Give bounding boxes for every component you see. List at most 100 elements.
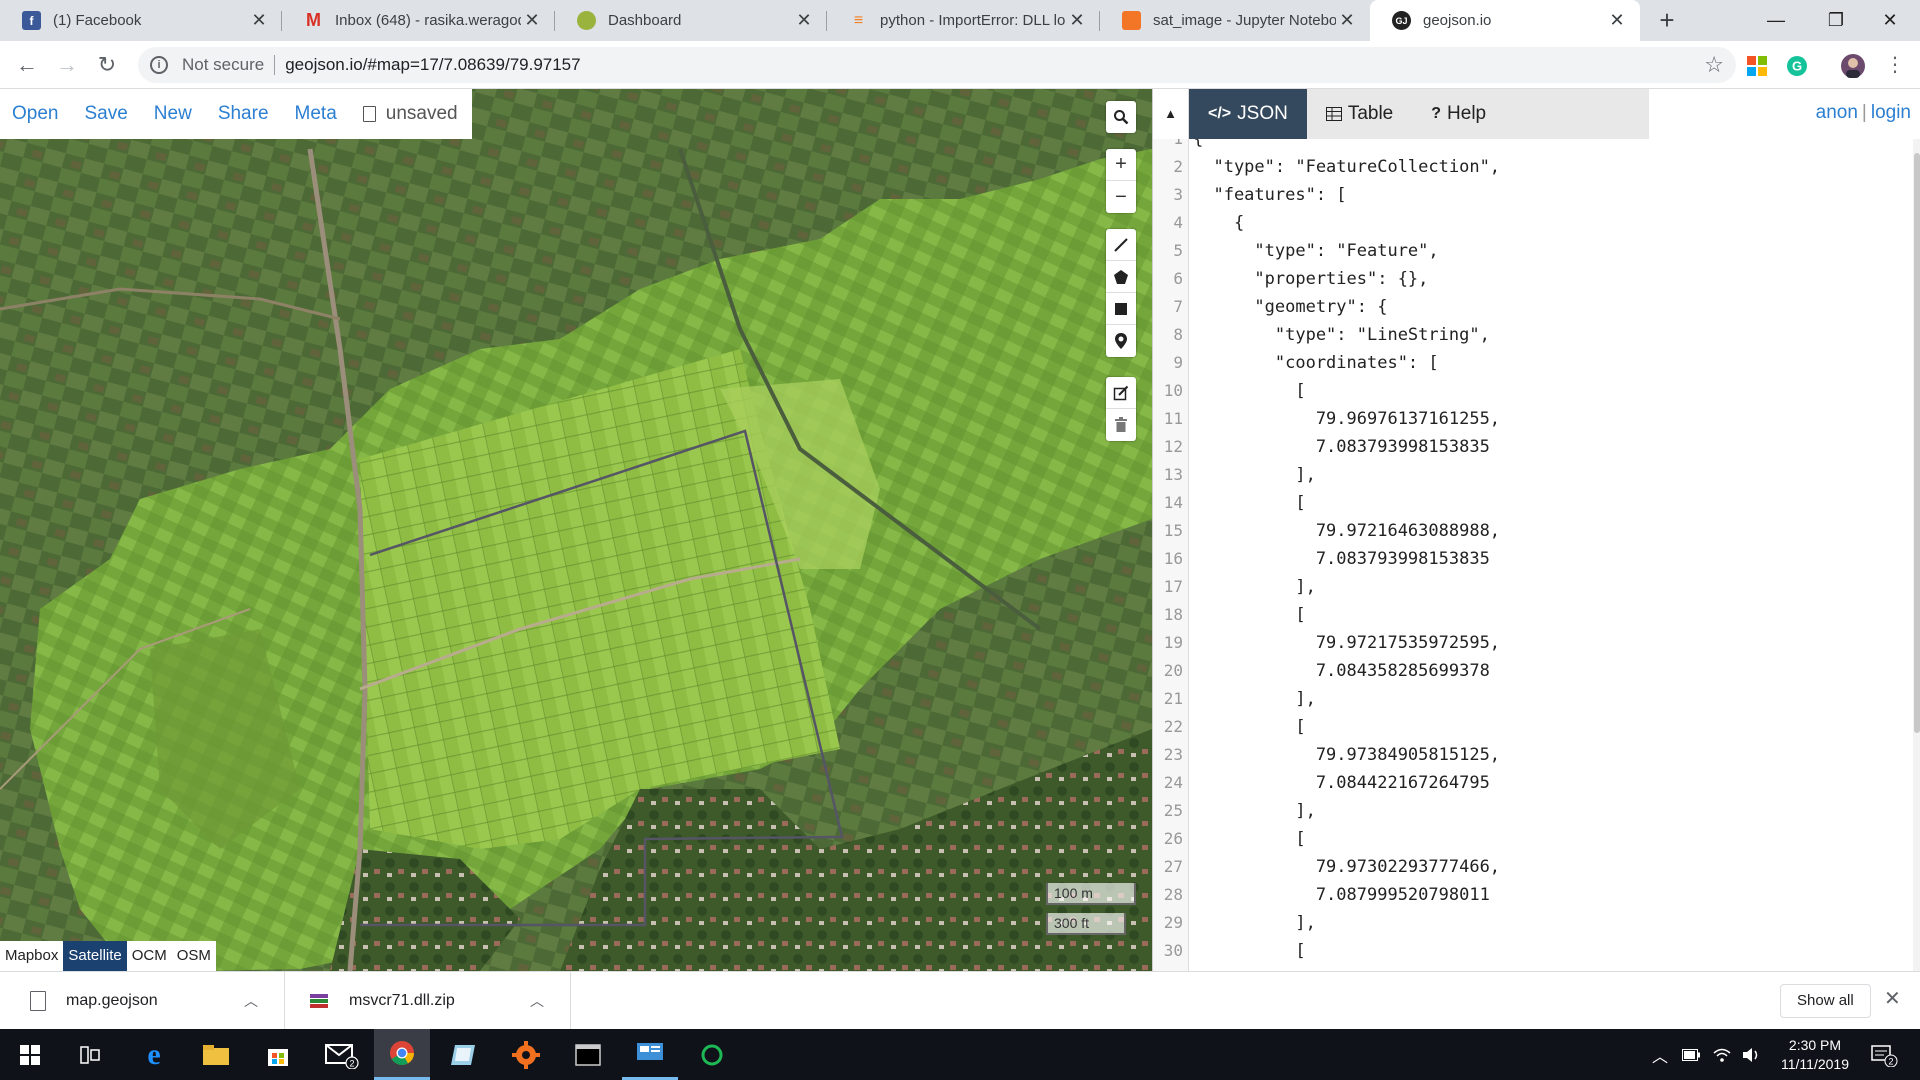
map-view[interactable]: Open Save New Share Meta unsaved + − 100… bbox=[0, 89, 1152, 971]
window-close-button[interactable]: ✕ bbox=[1860, 0, 1920, 41]
battery-icon[interactable] bbox=[1682, 1048, 1701, 1061]
code-line[interactable]: 26 [ bbox=[1153, 825, 1893, 853]
code-line[interactable]: 19 79.97217535972595, bbox=[1153, 629, 1893, 657]
task-view-icon[interactable] bbox=[62, 1029, 118, 1080]
remote-desktop-icon[interactable] bbox=[622, 1029, 678, 1080]
notepad-icon[interactable] bbox=[436, 1029, 492, 1080]
grammarly-extension-icon[interactable]: G bbox=[1786, 55, 1808, 77]
close-icon[interactable]: ✕ bbox=[1606, 10, 1628, 31]
reload-button[interactable]: ↻ bbox=[92, 50, 122, 80]
url-text[interactable]: geojson.io/#map=17/7.08639/79.97157 bbox=[285, 55, 580, 75]
code-line[interactable]: 9 "coordinates": [ bbox=[1153, 349, 1893, 377]
collapse-panel-button[interactable]: ▲ bbox=[1153, 89, 1189, 139]
layer-satellite[interactable]: Satellite bbox=[63, 941, 127, 971]
chevron-up-icon[interactable]: ︿ bbox=[1652, 1043, 1668, 1067]
browser-tab-gmail[interactable]: M Inbox (648) - rasika.weragoda ✕ bbox=[282, 0, 555, 41]
action-center[interactable]: 2 bbox=[1870, 1029, 1898, 1080]
office-extension-icon[interactable] bbox=[1746, 55, 1768, 77]
code-line[interactable]: 13 ], bbox=[1153, 461, 1893, 489]
show-all-button[interactable]: Show all bbox=[1780, 984, 1871, 1018]
address-bar[interactable]: i Not secure geojson.io/#map=17/7.08639/… bbox=[138, 47, 1736, 83]
store-icon[interactable] bbox=[250, 1029, 306, 1080]
code-line[interactable]: 8 "type": "LineString", bbox=[1153, 321, 1893, 349]
code-line[interactable]: 7 "geometry": { bbox=[1153, 293, 1893, 321]
profile-avatar[interactable] bbox=[1840, 53, 1866, 79]
close-icon[interactable]: ✕ bbox=[1066, 10, 1088, 31]
draw-polygon-icon[interactable] bbox=[1106, 261, 1136, 293]
layer-osm[interactable]: OSM bbox=[172, 941, 216, 971]
code-line[interactable]: 4 { bbox=[1153, 209, 1893, 237]
code-line[interactable]: 18 [ bbox=[1153, 601, 1893, 629]
close-icon[interactable]: ✕ bbox=[1884, 986, 1901, 1011]
code-line[interactable]: 11 79.96976137161255, bbox=[1153, 405, 1893, 433]
code-line[interactable]: 14 [ bbox=[1153, 489, 1893, 517]
tab-json[interactable]: </> JSON bbox=[1189, 89, 1307, 139]
chrome-menu-icon[interactable]: ⋮ bbox=[1880, 50, 1910, 80]
code-line[interactable]: 17 ], bbox=[1153, 573, 1893, 601]
scrollbar-thumb[interactable] bbox=[1914, 153, 1920, 733]
chevron-up-icon[interactable]: ︿ bbox=[244, 991, 258, 1011]
code-line[interactable]: 3 "features": [ bbox=[1153, 181, 1893, 209]
browser-tab-dashboard[interactable]: Dashboard ✕ bbox=[555, 0, 827, 41]
trash-icon[interactable] bbox=[1106, 409, 1136, 441]
code-line[interactable]: 27 79.97302293777466, bbox=[1153, 853, 1893, 881]
edge-browser-icon[interactable]: e bbox=[126, 1029, 182, 1080]
new-tab-button[interactable]: + bbox=[1652, 6, 1682, 36]
code-line[interactable]: 28 7.087999520798011 bbox=[1153, 881, 1893, 909]
user-link[interactable]: anon bbox=[1816, 102, 1858, 123]
code-line[interactable]: 22 [ bbox=[1153, 713, 1893, 741]
code-line[interactable]: 5 "type": "Feature", bbox=[1153, 237, 1893, 265]
layer-mapbox[interactable]: Mapbox bbox=[0, 941, 63, 971]
code-line[interactable]: 16 7.083793998153835 bbox=[1153, 545, 1893, 573]
close-icon[interactable]: ✕ bbox=[793, 10, 815, 31]
info-icon[interactable]: i bbox=[150, 56, 168, 74]
code-line[interactable]: 25 ], bbox=[1153, 797, 1893, 825]
edit-layers-icon[interactable] bbox=[1106, 377, 1136, 409]
code-line[interactable]: 23 79.97384905815125, bbox=[1153, 741, 1893, 769]
browser-tab-jupyter[interactable]: sat_image - Jupyter Noteboo ✕ bbox=[1100, 0, 1370, 41]
meta-menu[interactable]: Meta bbox=[295, 103, 337, 125]
circle-app-icon[interactable] bbox=[684, 1029, 740, 1080]
search-icon[interactable] bbox=[1106, 101, 1136, 133]
tab-table[interactable]: Table bbox=[1307, 89, 1412, 139]
draw-line-icon[interactable] bbox=[1106, 229, 1136, 261]
share-menu[interactable]: Share bbox=[218, 103, 269, 125]
open-menu[interactable]: Open bbox=[12, 103, 58, 125]
code-line[interactable]: 12 7.083793998153835 bbox=[1153, 433, 1893, 461]
save-menu[interactable]: Save bbox=[84, 103, 127, 125]
download-item-geojson[interactable]: map.geojson ︿ bbox=[0, 972, 285, 1030]
code-line[interactable]: 24 7.084422167264795 bbox=[1153, 769, 1893, 797]
bookmark-star-icon[interactable]: ☆ bbox=[1704, 52, 1724, 78]
wifi-icon[interactable] bbox=[1712, 1047, 1732, 1063]
code-line[interactable]: 21 ], bbox=[1153, 685, 1893, 713]
draw-rectangle-icon[interactable] bbox=[1106, 293, 1136, 325]
close-icon[interactable]: ✕ bbox=[248, 10, 270, 31]
terminal-icon[interactable] bbox=[560, 1029, 616, 1080]
windows-start-icon[interactable] bbox=[2, 1029, 58, 1080]
download-item-zip[interactable]: msvcr71.dll.zip ︿ bbox=[285, 972, 571, 1030]
layer-ocm[interactable]: OCM bbox=[127, 941, 172, 971]
forward-button[interactable]: → bbox=[52, 50, 82, 80]
code-line[interactable]: 20 7.084358285699378 bbox=[1153, 657, 1893, 685]
code-line[interactable]: 30 [ bbox=[1153, 937, 1893, 965]
minimize-button[interactable]: — bbox=[1746, 0, 1806, 41]
system-clock[interactable]: 2:30 PM 11/11/2019 bbox=[1760, 1036, 1870, 1074]
close-icon[interactable]: ✕ bbox=[1336, 10, 1358, 31]
settings-gear-icon[interactable] bbox=[498, 1029, 554, 1080]
back-button[interactable]: ← bbox=[12, 50, 42, 80]
code-line[interactable]: 10 [ bbox=[1153, 377, 1893, 405]
file-explorer-icon[interactable] bbox=[188, 1029, 244, 1080]
browser-tab-stackoverflow[interactable]: ≡ python - ImportError: DLL lo ✕ bbox=[827, 0, 1100, 41]
restore-button[interactable]: ❐ bbox=[1806, 0, 1866, 41]
tab-help[interactable]: ? Help bbox=[1412, 89, 1505, 139]
zoom-out-button[interactable]: − bbox=[1106, 181, 1136, 213]
draw-marker-icon[interactable] bbox=[1106, 325, 1136, 357]
zoom-in-button[interactable]: + bbox=[1106, 149, 1136, 181]
browser-tab-geojson[interactable]: GJ geojson.io ✕ bbox=[1370, 0, 1640, 41]
code-line[interactable]: 1{ bbox=[1153, 139, 1893, 153]
browser-tab-facebook[interactable]: f (1) Facebook ✕ bbox=[0, 0, 282, 41]
chevron-up-icon[interactable]: ︿ bbox=[530, 991, 544, 1011]
new-menu[interactable]: New bbox=[154, 103, 192, 125]
login-link[interactable]: login bbox=[1871, 102, 1911, 123]
volume-icon[interactable] bbox=[1742, 1047, 1760, 1063]
